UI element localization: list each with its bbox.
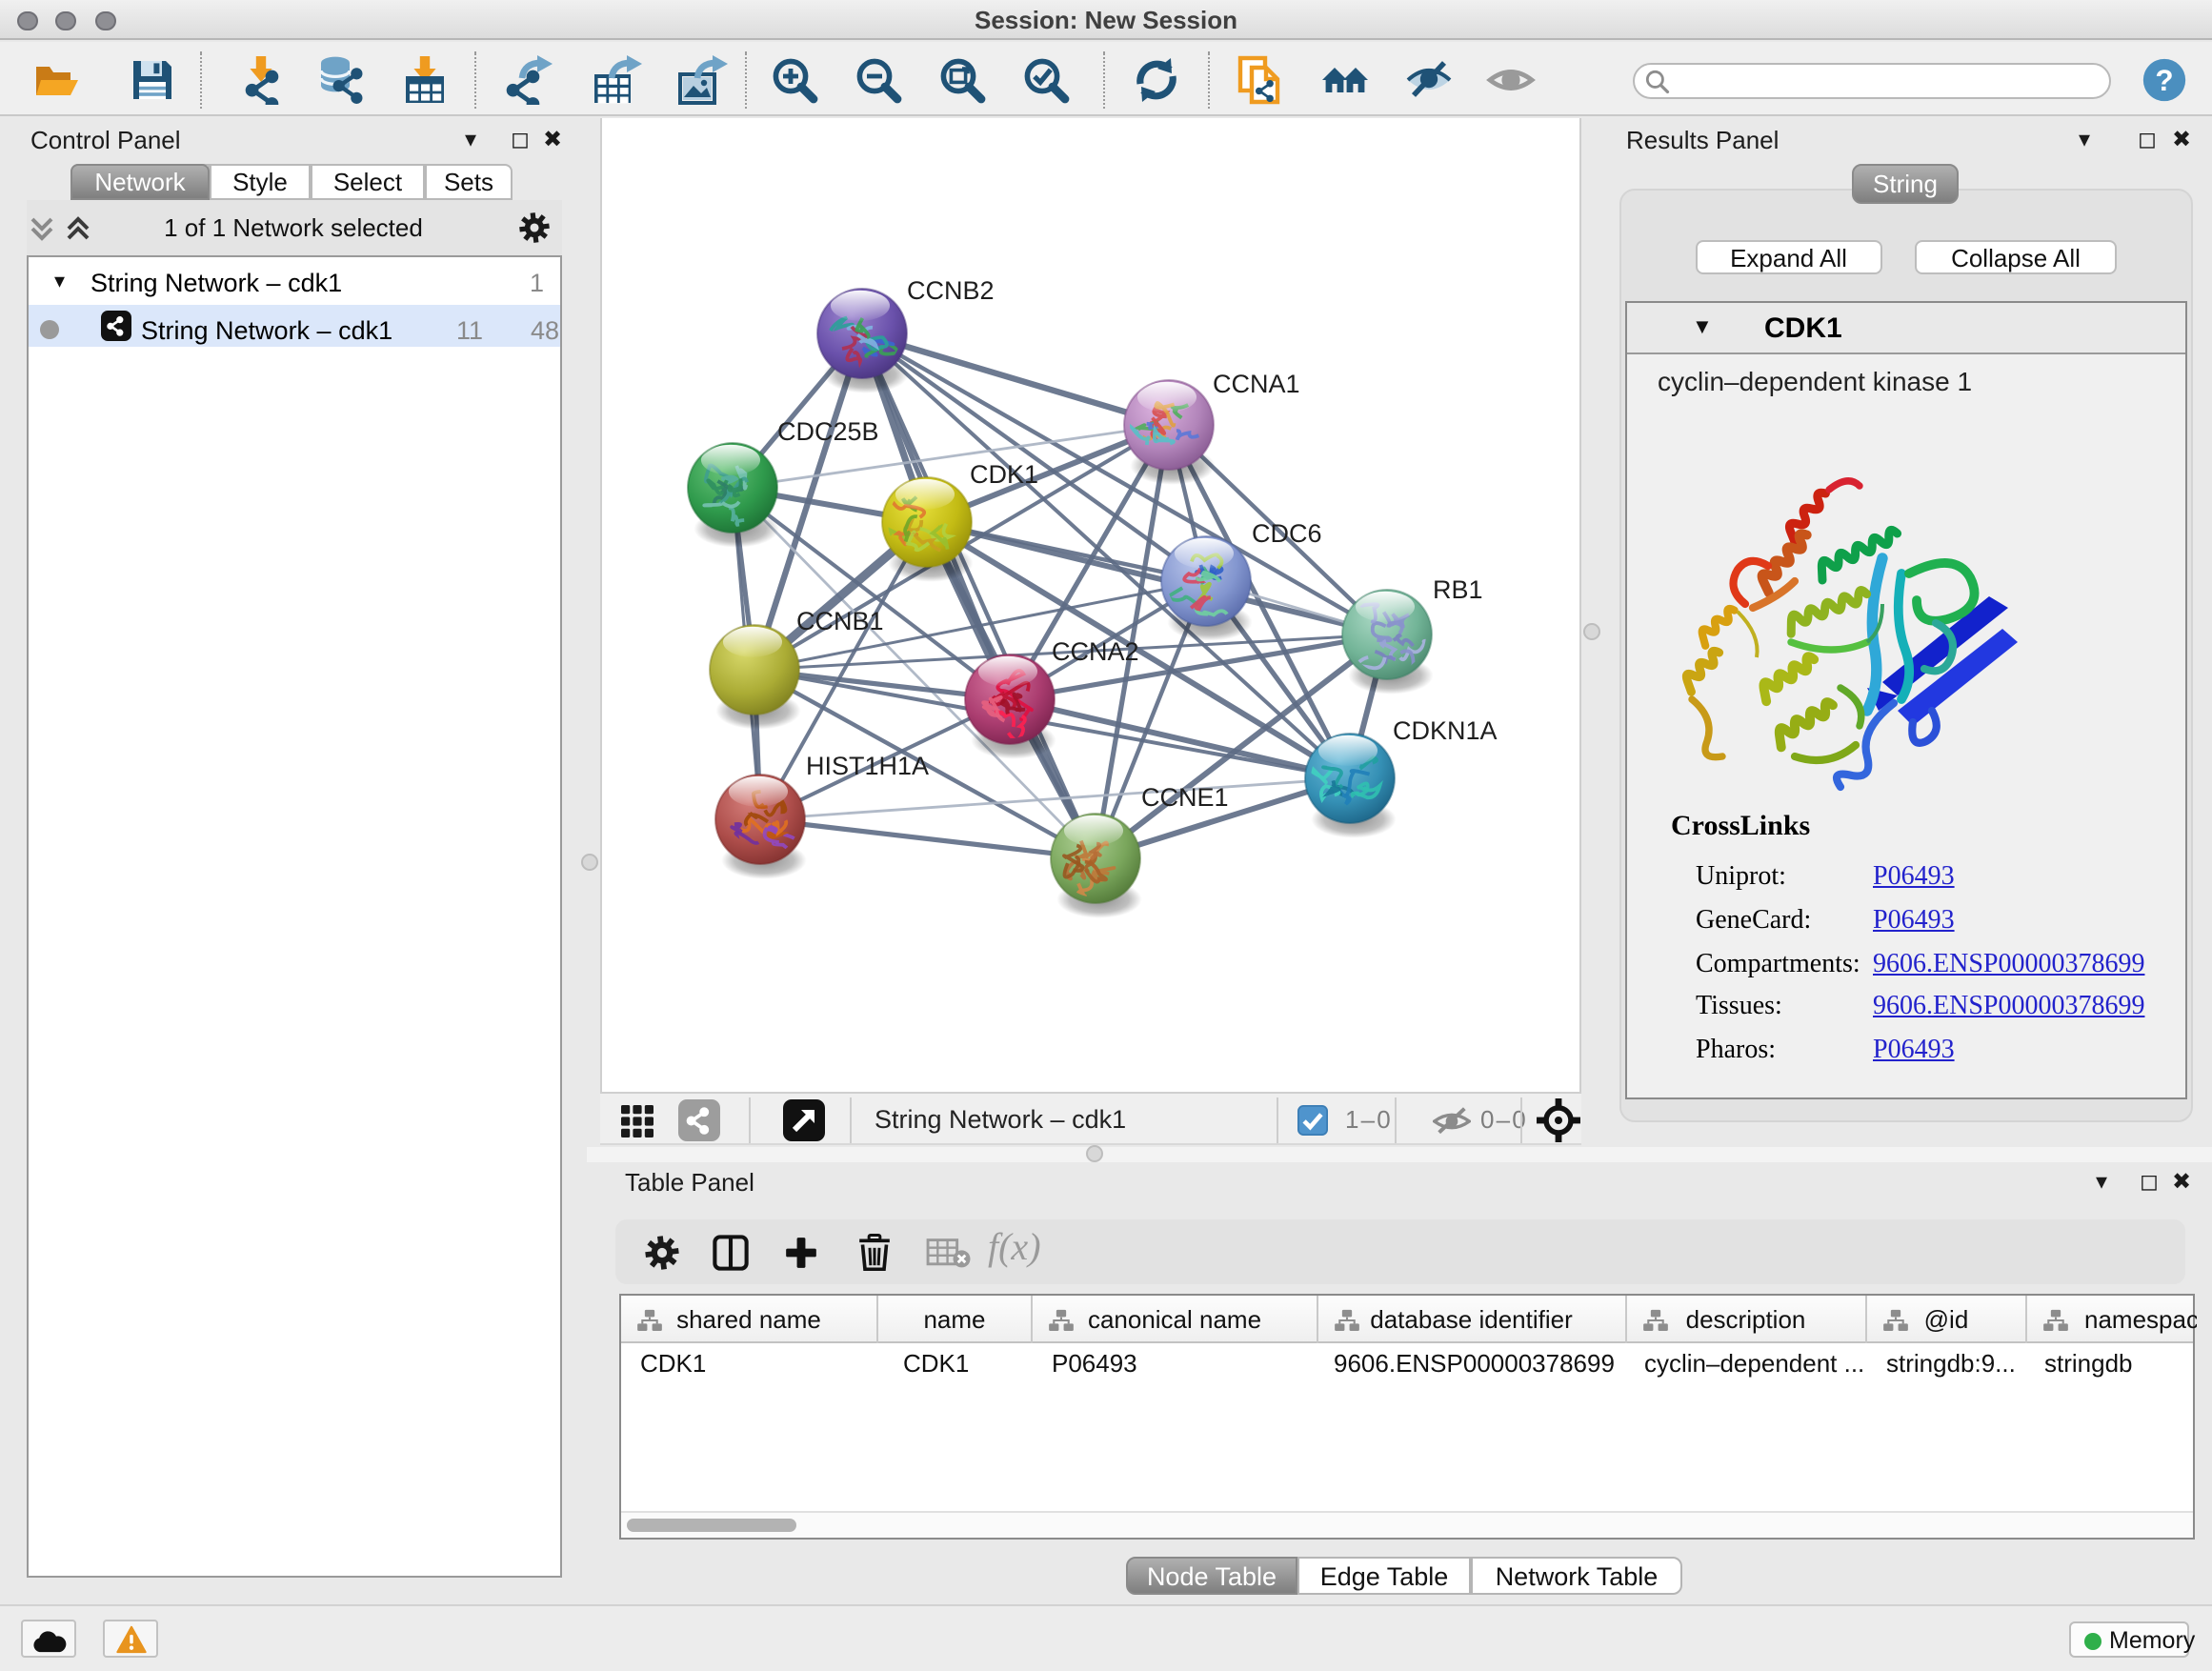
svg-text:CDKN1A: CDKN1A: [1393, 716, 1498, 745]
svg-text:HIST1H1A: HIST1H1A: [806, 752, 929, 780]
svg-text:CDC6: CDC6: [1252, 519, 1322, 548]
svg-text:CCNA2: CCNA2: [1052, 637, 1139, 666]
svg-text:RB1: RB1: [1433, 575, 1483, 604]
svg-text:CCNA1: CCNA1: [1213, 370, 1300, 398]
svg-text:CDK1: CDK1: [970, 460, 1038, 489]
svg-text:CDC25B: CDC25B: [777, 417, 879, 446]
svg-text:CCNE1: CCNE1: [1141, 783, 1229, 812]
svg-text:CCNB1: CCNB1: [796, 607, 884, 635]
svg-text:CCNB2: CCNB2: [907, 276, 995, 305]
